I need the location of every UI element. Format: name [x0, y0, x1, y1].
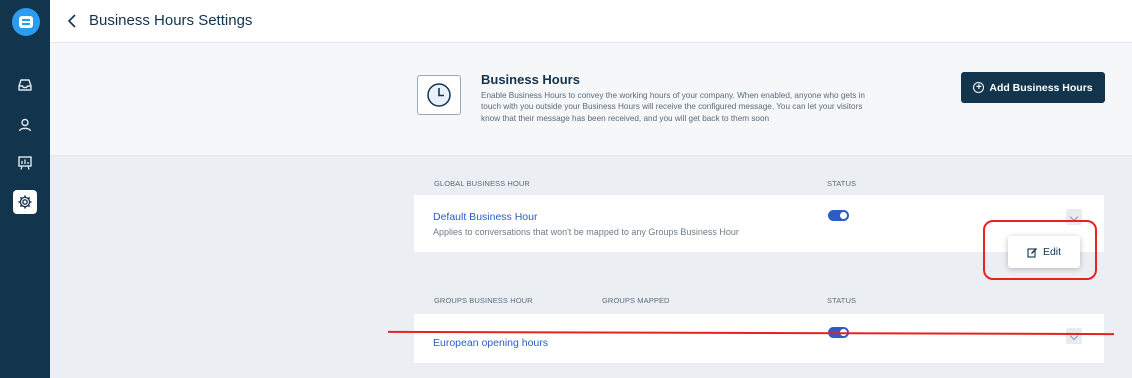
intro-section: Business Hours Enable Business Hours to …	[50, 43, 1132, 156]
clock-icon	[417, 75, 461, 115]
intro-title: Business Hours	[481, 72, 580, 87]
global-status-header: STATUS	[827, 179, 857, 188]
default-business-hour-link[interactable]: Default Business Hour	[433, 211, 537, 223]
inbox-icon[interactable]	[13, 73, 37, 97]
default-business-hour-status-toggle[interactable]	[828, 210, 849, 221]
groups-status-header: STATUS	[827, 296, 857, 305]
plus-circle-icon: +	[973, 82, 985, 93]
groups-mapped-header: GROUPS MAPPED	[602, 296, 670, 305]
back-chevron-icon[interactable]	[64, 11, 82, 31]
groups-section-header: GROUPS BUSINESS HOUR	[434, 296, 533, 305]
chevron-down-icon[interactable]	[1066, 328, 1082, 344]
top-header: Business Hours Settings	[50, 0, 1132, 43]
default-business-hour-description: Applies to conversations that won't be m…	[433, 227, 739, 237]
intro-description: Enable Business Hours to convey the work…	[481, 91, 865, 123]
main-content: Business Hours Enable Business Hours to …	[50, 43, 1132, 378]
european-opening-hours-link[interactable]: European opening hours	[433, 337, 548, 349]
global-section-header: GLOBAL BUSINESS HOUR	[434, 179, 530, 188]
chat-logo-icon[interactable]	[12, 8, 40, 36]
settings-gear-icon[interactable]	[13, 190, 37, 214]
contacts-icon[interactable]	[13, 113, 37, 137]
page-title: Business Hours Settings	[89, 12, 253, 29]
table-row: European opening hours	[414, 314, 1104, 363]
add-business-hours-button[interactable]: + Add Business Hours	[961, 72, 1105, 103]
analytics-icon[interactable]	[13, 151, 37, 175]
add-business-hours-label: Add Business Hours	[989, 81, 1093, 94]
annotation-highlight-box	[983, 220, 1097, 280]
sidebar	[0, 0, 50, 378]
